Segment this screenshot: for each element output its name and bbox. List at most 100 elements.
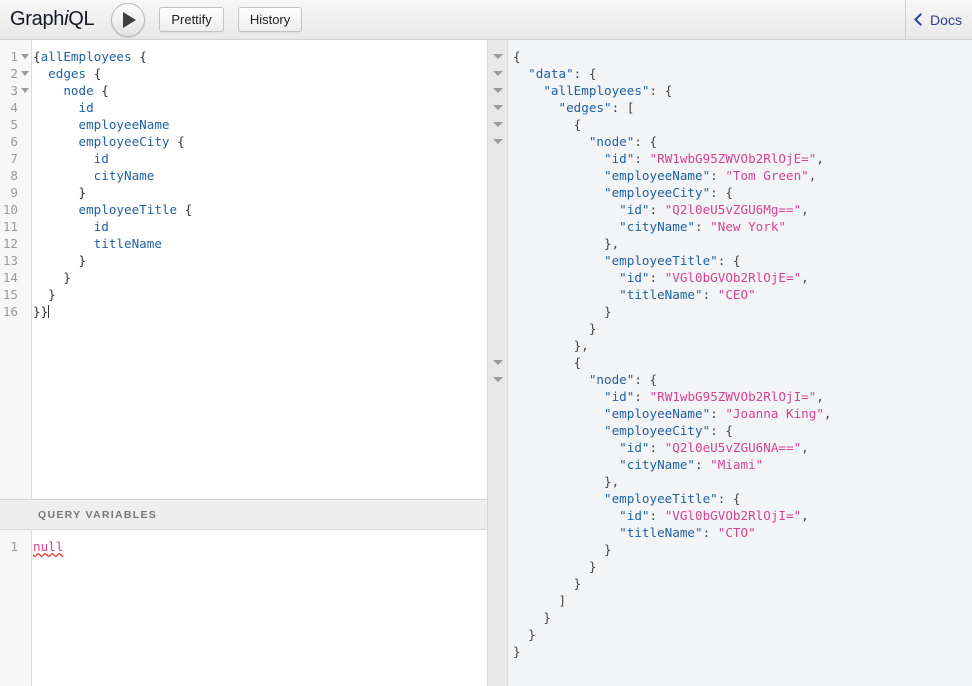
response-gutter-row (488, 201, 507, 218)
response-line: } (513, 643, 972, 660)
query-gutter: 12345678910111213141516 (0, 40, 32, 499)
query-editor[interactable]: 12345678910111213141516 {allEmployees { … (0, 40, 487, 499)
query-pane: 12345678910111213141516 {allEmployees { … (0, 40, 488, 686)
query-line-number: 10 (0, 201, 31, 218)
response-line: } (513, 626, 972, 643)
response-gutter-row (488, 320, 507, 337)
response-gutter-row (488, 507, 507, 524)
query-line: employeeTitle { (33, 201, 487, 218)
response-gutter-row (488, 371, 507, 388)
fold-triangle-icon[interactable] (493, 139, 503, 144)
variables-code[interactable]: null (33, 530, 487, 686)
fold-triangle-icon[interactable] (493, 122, 503, 127)
response-line: "employeeName": "Joanna King", (513, 405, 972, 422)
response-gutter-row (488, 422, 507, 439)
query-line-number: 12 (0, 235, 31, 252)
query-line: }} (33, 303, 487, 320)
query-variables-header[interactable]: QUERY VARIABLES (0, 499, 487, 530)
response-fold-markers (488, 40, 507, 660)
query-line: employeeName (33, 116, 487, 133)
response-code: { "data": { "allEmployees": { "edges": [… (509, 40, 972, 686)
query-line: {allEmployees { (33, 48, 487, 65)
query-line-number: 1 (0, 48, 31, 65)
response-pane: { "data": { "allEmployees": { "edges": [… (488, 40, 972, 686)
response-editor: { "data": { "allEmployees": { "edges": [… (488, 40, 972, 686)
response-gutter-row (488, 643, 507, 660)
response-gutter-row (488, 82, 507, 99)
response-line: { (513, 48, 972, 65)
fold-triangle-icon[interactable] (493, 71, 503, 76)
query-line-number: 15 (0, 286, 31, 303)
query-line-number: 11 (0, 218, 31, 235)
response-line: "allEmployees": { (513, 82, 972, 99)
response-line: "employeeName": "Tom Green", (513, 167, 972, 184)
query-line-number: 5 (0, 116, 31, 133)
response-line: "id": "VGl0bGVOb2RlOjE=", (513, 269, 972, 286)
response-gutter-row (488, 541, 507, 558)
query-line-number: 14 (0, 269, 31, 286)
query-line-number: 2 (0, 65, 31, 82)
response-gutter-row (488, 116, 507, 133)
execute-query-button[interactable] (111, 3, 145, 37)
prettify-button[interactable]: Prettify (159, 7, 223, 32)
variables-gutter: 1 (0, 530, 32, 686)
response-gutter-row (488, 235, 507, 252)
response-line: "cityName": "Miami" (513, 456, 972, 473)
response-gutter-row (488, 286, 507, 303)
response-gutter-row (488, 575, 507, 592)
fold-triangle-icon[interactable] (493, 88, 503, 93)
fold-triangle-icon[interactable] (21, 54, 29, 59)
response-line: "employeeTitle": { (513, 490, 972, 507)
response-line: }, (513, 337, 972, 354)
variables-line-numbers: 1 (0, 530, 31, 555)
logo-prefix: Graph (10, 8, 64, 30)
response-gutter (488, 40, 508, 686)
response-gutter-row (488, 150, 507, 167)
response-gutter-row (488, 167, 507, 184)
text-cursor (48, 305, 49, 318)
response-gutter-row (488, 252, 507, 269)
response-line: "data": { (513, 65, 972, 82)
response-line: "cityName": "New York" (513, 218, 972, 235)
response-line: ] (513, 592, 972, 609)
query-line: } (33, 252, 487, 269)
docs-link: Docs (916, 12, 962, 28)
history-label: History (250, 12, 290, 27)
fold-triangle-icon[interactable] (493, 360, 503, 365)
fold-triangle-icon[interactable] (493, 105, 503, 110)
response-gutter-row (488, 490, 507, 507)
toolbar: GraphiQL Prettify History Docs (0, 0, 972, 40)
prettify-label: Prettify (171, 12, 211, 27)
response-gutter-row (488, 473, 507, 490)
query-line-number: 4 (0, 99, 31, 116)
query-line: titleName (33, 235, 487, 252)
play-icon (123, 12, 136, 28)
response-line: "employeeTitle": { (513, 252, 972, 269)
response-gutter-row (488, 592, 507, 609)
response-line: "id": "VGl0bGVOb2RlOjI=", (513, 507, 972, 524)
query-line: edges { (33, 65, 487, 82)
response-gutter-row (488, 65, 507, 82)
response-line: } (513, 320, 972, 337)
fold-triangle-icon[interactable] (493, 54, 503, 59)
query-line: } (33, 286, 487, 303)
fold-triangle-icon[interactable] (493, 377, 503, 382)
logo-suffix: QL (68, 8, 94, 30)
query-line-number: 9 (0, 184, 31, 201)
history-button[interactable]: History (238, 7, 302, 32)
variables-editor[interactable]: 1 null (0, 530, 487, 686)
fold-triangle-icon[interactable] (21, 88, 29, 93)
response-line: "id": "RW1wbG95ZWVOb2RlOjI=", (513, 388, 972, 405)
response-gutter-row (488, 303, 507, 320)
docs-button[interactable]: Docs (905, 0, 972, 39)
response-line: "id": "Q2l0eU5vZGU6NA==", (513, 439, 972, 456)
query-line: id (33, 218, 487, 235)
response-gutter-row (488, 626, 507, 643)
response-gutter-row (488, 456, 507, 473)
response-line: "titleName": "CTO" (513, 524, 972, 541)
query-line-number: 3 (0, 82, 31, 99)
query-line: node { (33, 82, 487, 99)
query-code[interactable]: {allEmployees { edges { node { id employ… (33, 40, 487, 499)
fold-triangle-icon[interactable] (21, 71, 29, 76)
response-line: } (513, 558, 972, 575)
